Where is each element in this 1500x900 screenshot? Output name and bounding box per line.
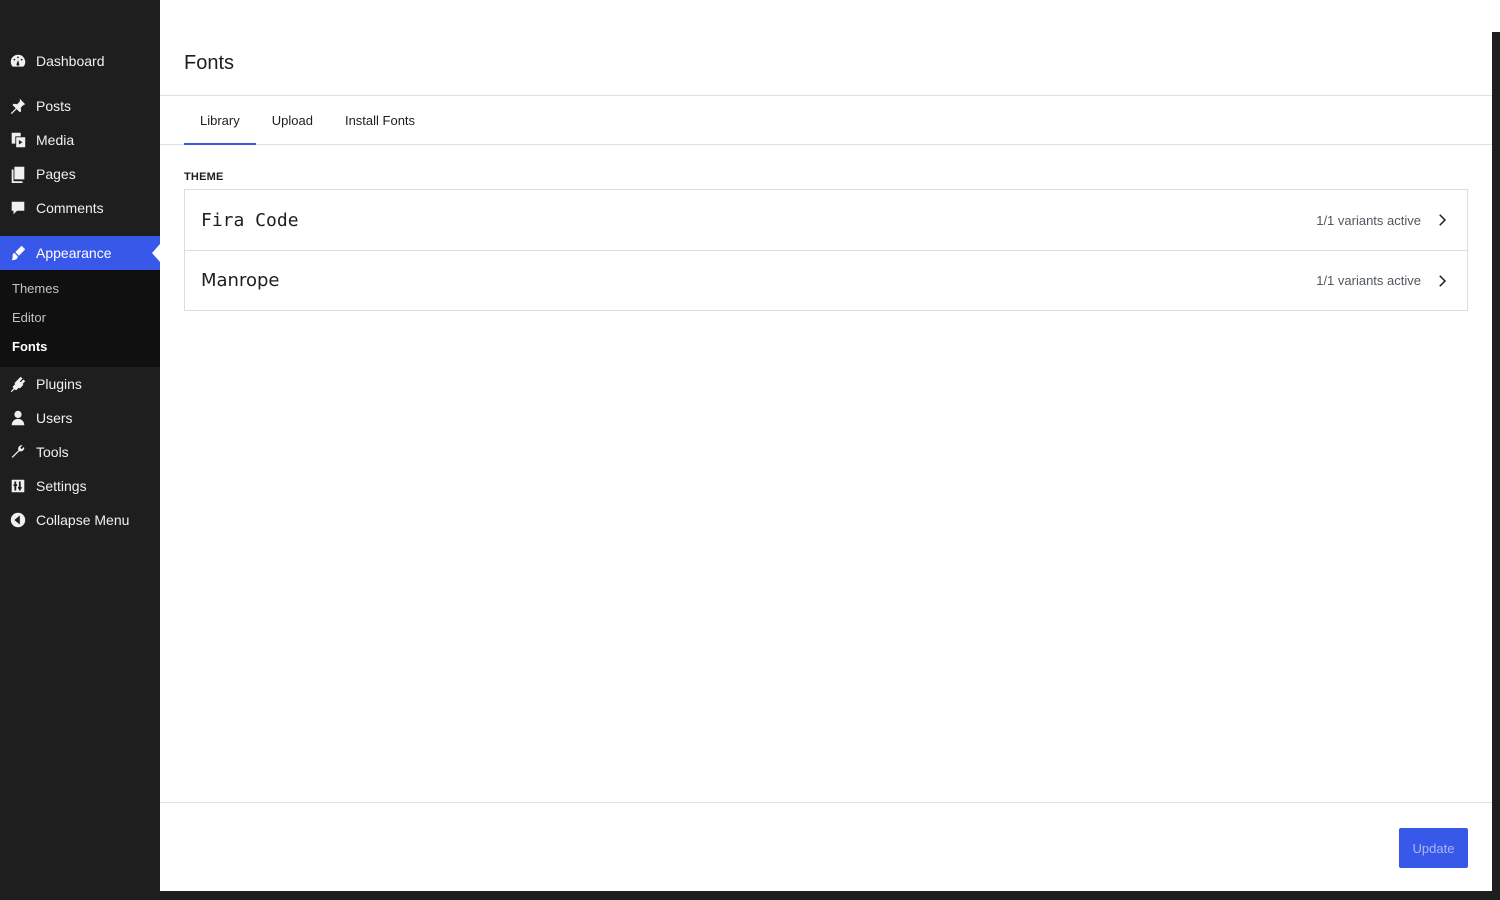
font-name: Manrope [201, 270, 280, 291]
sidebar-item-dashboard[interactable]: Dashboard [0, 44, 160, 78]
variants-status: 1/1 variants active [1316, 273, 1421, 288]
sidebar-item-comments[interactable]: Comments [0, 191, 160, 225]
sidebar-item-label: Settings [36, 478, 87, 494]
font-row-manrope[interactable]: Manrope 1/1 variants active [185, 250, 1467, 310]
plugin-icon [8, 374, 28, 394]
sidebar-item-posts[interactable]: Posts [0, 89, 160, 123]
sidebar-item-media[interactable]: Media [0, 123, 160, 157]
font-row-fira-code[interactable]: Fira Code 1/1 variants active [185, 190, 1467, 250]
sidebar-item-label: Dashboard [36, 53, 105, 69]
media-icon [8, 130, 28, 150]
sidebar-item-label: Tools [36, 444, 69, 460]
sidebar-item-appearance[interactable]: Appearance [0, 236, 160, 270]
sidebar-item-pages[interactable]: Pages [0, 157, 160, 191]
wrench-icon [8, 442, 28, 462]
collapse-icon [8, 510, 28, 530]
tab-upload[interactable]: Upload [256, 96, 329, 144]
section-label-theme: THEME [184, 171, 224, 183]
tab-bar: Library Upload Install Fonts [160, 96, 1492, 145]
sidebar-item-label: Appearance [36, 245, 112, 261]
chevron-right-icon [1433, 211, 1451, 229]
dashboard-icon [8, 51, 28, 71]
chevron-right-icon [1433, 272, 1451, 290]
sidebar-item-label: Users [36, 410, 73, 426]
variants-status: 1/1 variants active [1316, 212, 1421, 228]
appearance-submenu: Themes Editor Fonts [0, 270, 160, 367]
pin-icon [8, 96, 28, 116]
font-name: Fira Code [201, 209, 299, 231]
fonts-panel: Fonts Library Upload Install Fonts THEME… [160, 32, 1492, 891]
sidebar-item-label: Plugins [36, 376, 82, 392]
page-title: Fonts [184, 52, 235, 74]
backdrop-edge [160, 891, 1500, 900]
library-content: THEME Fira Code 1/1 variants active Manr… [160, 145, 1492, 311]
brush-icon [8, 243, 28, 263]
admin-sidebar: Dashboard Posts Media Pages Comments App… [0, 0, 160, 900]
sidebar-item-tools[interactable]: Tools [0, 435, 160, 469]
submenu-item-fonts[interactable]: Fonts [0, 332, 160, 361]
comment-icon [8, 198, 28, 218]
sidebar-item-label: Collapse Menu [36, 512, 130, 528]
tab-library[interactable]: Library [184, 96, 256, 145]
pages-icon [8, 164, 28, 184]
sidebar-item-label: Comments [36, 200, 104, 216]
sidebar-item-collapse[interactable]: Collapse Menu [0, 503, 160, 537]
font-list: Fira Code 1/1 variants active Manrope 1/… [184, 189, 1468, 311]
submenu-item-editor[interactable]: Editor [0, 303, 160, 332]
sidebar-item-label: Pages [36, 166, 76, 182]
update-button[interactable]: Update [1399, 828, 1468, 868]
tab-install-fonts[interactable]: Install Fonts [329, 96, 431, 144]
user-icon [8, 408, 28, 428]
sidebar-item-users[interactable]: Users [0, 401, 160, 435]
submenu-item-themes[interactable]: Themes [0, 274, 160, 303]
sidebar-item-label: Media [36, 132, 75, 148]
top-bar-area [160, 0, 1500, 32]
sidebar-item-settings[interactable]: Settings [0, 469, 160, 503]
panel-footer: Update [160, 802, 1492, 891]
settings-icon [8, 476, 28, 496]
sidebar-item-label: Posts [36, 98, 72, 114]
backdrop-edge [1492, 32, 1500, 900]
panel-header: Fonts [160, 32, 1492, 96]
sidebar-item-plugins[interactable]: Plugins [0, 367, 160, 401]
